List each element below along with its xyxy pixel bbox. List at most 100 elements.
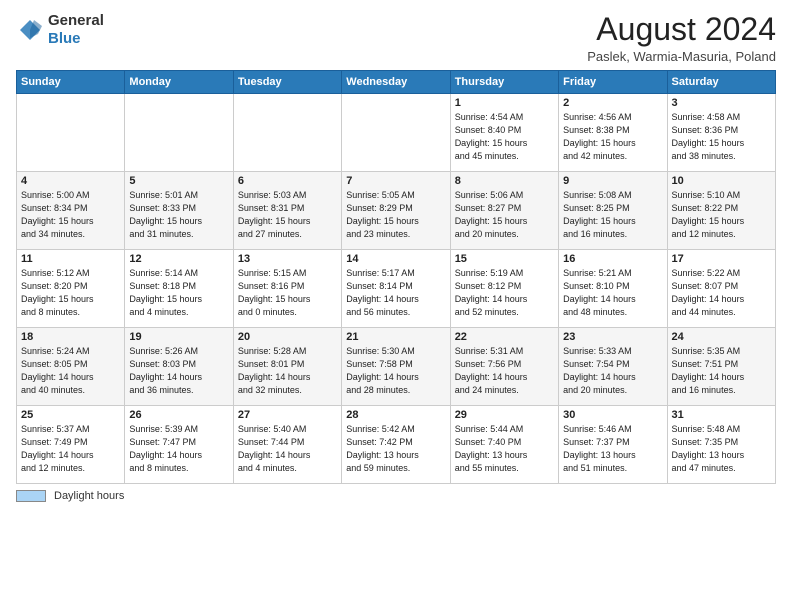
page: General Blue August 2024 Paslek, Warmia-… [0, 0, 792, 612]
logo-blue: Blue [48, 30, 81, 47]
calendar-cell: 22 Sunrise: 5:31 AM Sunset: 7:56 PM Dayli… [450, 328, 558, 406]
day-info: Sunrise: 5:42 AM Sunset: 7:42 PM Dayligh… [346, 423, 445, 475]
day-number: 9 [563, 175, 662, 187]
calendar-cell: 3Sunrise: 4:58 AM Sunset: 8:36 PM Daylig… [667, 94, 775, 172]
logo-general: General [48, 12, 104, 29]
calendar-cell: 6 Sunrise: 5:03 AM Sunset: 8:31 PM Daylig… [233, 172, 341, 250]
day-info: Sunrise: 5:33 AM Sunset: 7:54 PM Dayligh… [563, 345, 662, 397]
calendar-cell: 5Sunrise: 5:01 AM Sunset: 8:33 PM Daylig… [125, 172, 233, 250]
day-info: Sunrise: 5:31 AM Sunset: 7:56 PM Dayligh… [455, 345, 554, 397]
calendar-cell: 12 Sunrise: 5:14 AM Sunset: 8:18 PM Dayli… [125, 250, 233, 328]
day-info: Sunrise: 5:46 AM Sunset: 7:37 PM Dayligh… [563, 423, 662, 475]
day-number: 12 [129, 253, 228, 265]
calendar-cell: 8Sunrise: 5:06 AM Sunset: 8:27 PM Daylig… [450, 172, 558, 250]
calendar-cell: 10Sunrise: 5:10 AM Sunset: 8:22 PM Dayli… [667, 172, 775, 250]
day-number: 6 [238, 175, 337, 187]
day-number: 20 [238, 331, 337, 343]
header-day: Wednesday [342, 71, 450, 94]
calendar-week-row: 1Sunrise: 4:54 AM Sunset: 8:40 PM Daylig… [17, 94, 776, 172]
day-info: Sunrise: 5:19 AM Sunset: 8:12 PM Dayligh… [455, 267, 554, 319]
month-title: August 2024 [587, 12, 776, 47]
location: Paslek, Warmia-Masuria, Poland [587, 49, 776, 64]
header-day: Thursday [450, 71, 558, 94]
day-info: Sunrise: 5:35 AM Sunset: 7:51 PM Dayligh… [672, 345, 771, 397]
day-info: Sunrise: 5:03 AM Sunset: 8:31 PM Dayligh… [238, 189, 337, 241]
calendar-cell [125, 94, 233, 172]
day-info: Sunrise: 5:05 AM Sunset: 8:29 PM Dayligh… [346, 189, 445, 241]
day-number: 31 [672, 409, 771, 421]
day-info: Sunrise: 5:48 AM Sunset: 7:35 PM Dayligh… [672, 423, 771, 475]
day-info: Sunrise: 5:15 AM Sunset: 8:16 PM Dayligh… [238, 267, 337, 319]
day-info: Sunrise: 5:24 AM Sunset: 8:05 PM Dayligh… [21, 345, 120, 397]
calendar-cell: 21Sunrise: 5:30 AM Sunset: 7:58 PM Dayli… [342, 328, 450, 406]
calendar-cell: 26Sunrise: 5:39 AM Sunset: 7:47 PM Dayli… [125, 406, 233, 484]
day-info: Sunrise: 5:40 AM Sunset: 7:44 PM Dayligh… [238, 423, 337, 475]
calendar-cell: 25 Sunrise: 5:37 AM Sunset: 7:49 PM Dayli… [17, 406, 125, 484]
title-block: August 2024 Paslek, Warmia-Masuria, Pola… [587, 12, 776, 64]
calendar-week-row: 11Sunrise: 5:12 AM Sunset: 8:20 PM Dayli… [17, 250, 776, 328]
calendar-cell: 31 Sunrise: 5:48 AM Sunset: 7:35 PM Dayli… [667, 406, 775, 484]
day-number: 23 [563, 331, 662, 343]
day-info: Sunrise: 5:26 AM Sunset: 8:03 PM Dayligh… [129, 345, 228, 397]
day-number: 25 [21, 409, 120, 421]
logo: General Blue [16, 12, 104, 48]
day-info: Sunrise: 5:12 AM Sunset: 8:20 PM Dayligh… [21, 267, 120, 319]
calendar-cell: 19 Sunrise: 5:26 AM Sunset: 8:03 PM Dayli… [125, 328, 233, 406]
logo-text: General Blue [48, 12, 104, 48]
day-info: Sunrise: 5:06 AM Sunset: 8:27 PM Dayligh… [455, 189, 554, 241]
calendar-cell: 17 Sunrise: 5:22 AM Sunset: 8:07 PM Dayli… [667, 250, 775, 328]
calendar-cell [233, 94, 341, 172]
header-day: Monday [125, 71, 233, 94]
day-number: 14 [346, 253, 445, 265]
header-day: Sunday [17, 71, 125, 94]
day-number: 22 [455, 331, 554, 343]
calendar-week-row: 25 Sunrise: 5:37 AM Sunset: 7:49 PM Dayli… [17, 406, 776, 484]
calendar-cell: 2Sunrise: 4:56 AM Sunset: 8:38 PM Daylig… [559, 94, 667, 172]
calendar-week-row: 4Sunrise: 5:00 AM Sunset: 8:34 PM Daylig… [17, 172, 776, 250]
calendar-cell: 24Sunrise: 5:35 AM Sunset: 7:51 PM Dayli… [667, 328, 775, 406]
calendar-cell: 30 Sunrise: 5:46 AM Sunset: 7:37 PM Dayli… [559, 406, 667, 484]
day-info: Sunrise: 5:28 AM Sunset: 8:01 PM Dayligh… [238, 345, 337, 397]
day-number: 30 [563, 409, 662, 421]
day-number: 17 [672, 253, 771, 265]
calendar-cell [342, 94, 450, 172]
header-day: Friday [559, 71, 667, 94]
day-info: Sunrise: 4:54 AM Sunset: 8:40 PM Dayligh… [455, 111, 554, 163]
calendar-cell: 28Sunrise: 5:42 AM Sunset: 7:42 PM Dayli… [342, 406, 450, 484]
calendar-cell: 16 Sunrise: 5:21 AM Sunset: 8:10 PM Dayli… [559, 250, 667, 328]
day-number: 16 [563, 253, 662, 265]
header-day: Tuesday [233, 71, 341, 94]
calendar-cell: 13Sunrise: 5:15 AM Sunset: 8:16 PM Dayli… [233, 250, 341, 328]
day-number: 26 [129, 409, 228, 421]
calendar-cell: 15 Sunrise: 5:19 AM Sunset: 8:12 PM Dayli… [450, 250, 558, 328]
calendar-week-row: 18 Sunrise: 5:24 AM Sunset: 8:05 PM Dayli… [17, 328, 776, 406]
calendar-cell: 4Sunrise: 5:00 AM Sunset: 8:34 PM Daylig… [17, 172, 125, 250]
day-info: Sunrise: 5:01 AM Sunset: 8:33 PM Dayligh… [129, 189, 228, 241]
day-info: Sunrise: 5:30 AM Sunset: 7:58 PM Dayligh… [346, 345, 445, 397]
header-day: Saturday [667, 71, 775, 94]
day-number: 15 [455, 253, 554, 265]
day-info: Sunrise: 5:10 AM Sunset: 8:22 PM Dayligh… [672, 189, 771, 241]
day-number: 4 [21, 175, 120, 187]
day-info: Sunrise: 5:44 AM Sunset: 7:40 PM Dayligh… [455, 423, 554, 475]
calendar-cell: 7 Sunrise: 5:05 AM Sunset: 8:29 PM Daylig… [342, 172, 450, 250]
calendar-cell: 9 Sunrise: 5:08 AM Sunset: 8:25 PM Daylig… [559, 172, 667, 250]
day-info: Sunrise: 5:22 AM Sunset: 8:07 PM Dayligh… [672, 267, 771, 319]
day-info: Sunrise: 5:21 AM Sunset: 8:10 PM Dayligh… [563, 267, 662, 319]
header-row: SundayMondayTuesdayWednesdayThursdayFrid… [17, 71, 776, 94]
calendar-cell: 14Sunrise: 5:17 AM Sunset: 8:14 PM Dayli… [342, 250, 450, 328]
footer: Daylight hours [16, 490, 776, 502]
day-number: 7 [346, 175, 445, 187]
day-info: Sunrise: 5:14 AM Sunset: 8:18 PM Dayligh… [129, 267, 228, 319]
calendar-cell: 23 Sunrise: 5:33 AM Sunset: 7:54 PM Dayli… [559, 328, 667, 406]
calendar-cell: 11Sunrise: 5:12 AM Sunset: 8:20 PM Dayli… [17, 250, 125, 328]
header: General Blue August 2024 Paslek, Warmia-… [16, 12, 776, 64]
day-info: Sunrise: 5:37 AM Sunset: 7:49 PM Dayligh… [21, 423, 120, 475]
day-number: 19 [129, 331, 228, 343]
day-info: Sunrise: 5:08 AM Sunset: 8:25 PM Dayligh… [563, 189, 662, 241]
day-number: 18 [21, 331, 120, 343]
day-info: Sunrise: 4:56 AM Sunset: 8:38 PM Dayligh… [563, 111, 662, 163]
calendar-cell: 20 Sunrise: 5:28 AM Sunset: 8:01 PM Dayli… [233, 328, 341, 406]
calendar-cell: 1Sunrise: 4:54 AM Sunset: 8:40 PM Daylig… [450, 94, 558, 172]
day-number: 3 [672, 97, 771, 109]
